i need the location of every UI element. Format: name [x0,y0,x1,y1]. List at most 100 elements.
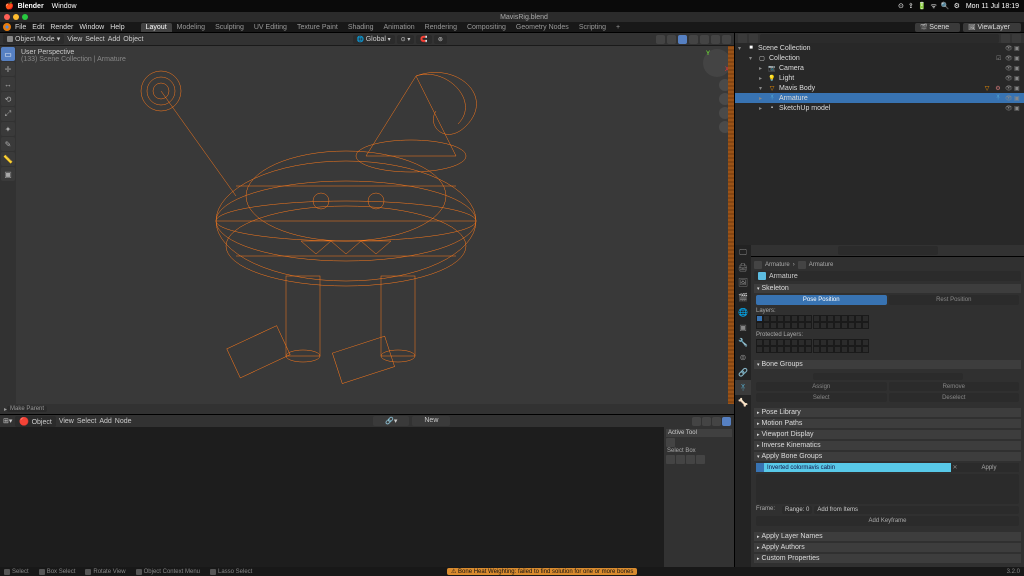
nav-gizmo-icon[interactable] [703,49,731,77]
tab-uv[interactable]: UV Editing [249,23,292,32]
snap-toggle[interactable]: 🧲 [416,35,431,44]
tool-move-icon[interactable]: ↔ [1,77,15,91]
ne-menu-node[interactable]: Node [115,418,132,425]
mode-selector[interactable]: Object Mode ▾ [3,34,64,44]
tab-sculpting[interactable]: Sculpting [210,23,249,32]
app-name[interactable]: Blender [18,3,44,10]
ptab-output-icon[interactable]: 🖨 [735,260,751,275]
scene-selector[interactable]: 🎬 Scene [915,23,960,32]
outliner-search[interactable] [760,34,999,43]
tab-texpaint[interactable]: Texture Paint [292,23,343,32]
vp-menu-select[interactable]: Select [85,36,104,43]
tab-shading[interactable]: Shading [343,23,379,32]
panel-custom-props[interactable]: Custom Properties [754,554,1021,563]
ne-menu-add[interactable]: Add [99,418,111,425]
gizmo-toggle-icon[interactable] [656,35,665,44]
outliner-filter-icon[interactable] [1001,34,1010,43]
new-nodetree-button[interactable]: 🔗▾ [373,416,409,426]
add-from-items-button[interactable]: Add from Items [814,506,1019,514]
outliner-display-icon[interactable] [749,34,758,43]
outliner-row-camera[interactable]: ▸📷Camera👁▣ [735,63,1024,73]
panel-apply-layer-names[interactable]: Apply Layer Names [754,532,1021,541]
node-editor-canvas[interactable]: Active Tool Select Box [0,427,734,567]
bg-select-button[interactable]: Select [756,393,887,402]
orientation-selector[interactable]: 🌐 Global ▾ [353,35,395,44]
apply-clear-icon[interactable]: ✕ [951,463,959,472]
menu-help[interactable]: Help [110,24,124,31]
apply-text-field[interactable]: Inverted colormavis cabin [764,463,951,472]
ptab-physics-icon[interactable]: ⊚ [735,350,751,365]
operator-redo[interactable]: Make Parent [7,406,47,412]
panel-pose-library[interactable]: Pose Library [754,408,1021,417]
ntool-icon[interactable] [666,438,675,447]
ptab-object-icon[interactable]: ▣ [735,320,751,335]
outliner-newcoll-icon[interactable] [1012,34,1021,43]
overlay-toggle-icon[interactable] [667,35,676,44]
add-keyframe-button[interactable]: Add Keyframe [756,516,1019,526]
bg-remove-button[interactable]: Remove [889,382,1020,391]
ne-pin-icon[interactable] [692,417,701,426]
outliner-row-collection[interactable]: ▾▢Collection☑👁▣ [735,53,1024,63]
outliner-row-armature[interactable]: ▸ᛡArmatureᛡ👁▣ [735,93,1024,103]
ptab-bone-icon[interactable]: 🦴 [735,395,751,410]
ne-icon-2[interactable] [712,417,721,426]
traffic-lights[interactable] [4,14,28,20]
nsel-icon-3[interactable] [686,455,695,464]
vp-menu-object[interactable]: Object [123,36,143,43]
new-button[interactable]: New [412,416,450,426]
ne-menu-view[interactable]: View [59,418,74,425]
outliner-row-sketchup[interactable]: ▸▪SketchUp model👁▣ [735,103,1024,113]
tab-compositing[interactable]: Compositing [462,23,511,32]
pose-position-button[interactable]: Pose Position [756,295,887,305]
tool-transform-icon[interactable]: ✦ [1,122,15,136]
node-type-selector[interactable]: 🔴 Object [15,416,55,427]
apply-button[interactable]: Apply [959,463,1019,472]
panel-motion-paths[interactable]: Motion Paths [754,419,1021,428]
menu-render[interactable]: Render [50,24,73,31]
tool-addcube-icon[interactable]: ▣ [1,167,15,181]
ptab-scene-icon[interactable]: 🎬 [735,290,751,305]
layer-grid[interactable] [756,315,1019,329]
tab-scripting[interactable]: Scripting [574,23,611,32]
menu-edit[interactable]: Edit [32,24,44,31]
xray-toggle-icon[interactable] [678,35,687,44]
ptab-world-icon[interactable]: 🌐 [735,305,751,320]
shading-wireframe-icon[interactable] [689,35,698,44]
shading-solid-icon[interactable] [700,35,709,44]
bg-deselect-button[interactable]: Deselect [889,393,1020,402]
tab-modeling[interactable]: Modeling [172,23,210,32]
viewport-scrollbar[interactable] [728,46,734,404]
apply-list[interactable] [756,474,1019,504]
tab-geonodes[interactable]: Geometry Nodes [511,23,574,32]
tab-layout[interactable]: Layout [141,23,172,32]
outliner-row-mesh[interactable]: ▾▽Mavis Body▽⚙👁▣ [735,83,1024,93]
tool-annotate-icon[interactable]: ✎ [1,137,15,151]
nsel-icon-4[interactable] [696,455,705,464]
protected-layer-grid[interactable] [756,339,1019,353]
ne-menu-select[interactable]: Select [77,418,96,425]
nsel-icon-2[interactable] [676,455,685,464]
vp-menu-view[interactable]: View [67,36,82,43]
ptab-data-icon[interactable]: ᛡ [735,380,751,395]
tab-animation[interactable]: Animation [379,23,420,32]
menu-file[interactable]: File [15,24,26,31]
proportional-toggle[interactable]: ⊚ [434,35,447,44]
outliner-row-scene[interactable]: ▾■Scene Collection👁▣ [735,43,1024,53]
vp-menu-add[interactable]: Add [108,36,120,43]
properties-search[interactable] [838,246,938,255]
tool-select-icon[interactable]: ▭ [1,47,15,61]
ptab-viewlayer-icon[interactable]: 🖼 [735,275,751,290]
panel-skeleton[interactable]: Skeleton [754,284,1021,293]
panel-apply-bone-groups[interactable]: Apply Bone Groups [754,452,1021,461]
panel-apply-authors[interactable]: Apply Authors [754,543,1021,552]
armature-name-field[interactable]: Armature [754,271,1021,281]
ptab-constraint-icon[interactable]: 🔗 [735,365,751,380]
bg-assign-button[interactable]: Assign [756,382,887,391]
panel-viewport-display[interactable]: Viewport Display [754,430,1021,439]
outliner-row-light[interactable]: ▸💡Light👁▣ [735,73,1024,83]
menu-window[interactable]: Window [79,24,104,31]
bone-group-list[interactable] [813,373,963,380]
tab-add[interactable]: + [611,23,625,32]
viewlayer-selector[interactable]: 🖼 ViewLayer [963,23,1021,32]
tool-cursor-icon[interactable]: ✛ [1,62,15,76]
